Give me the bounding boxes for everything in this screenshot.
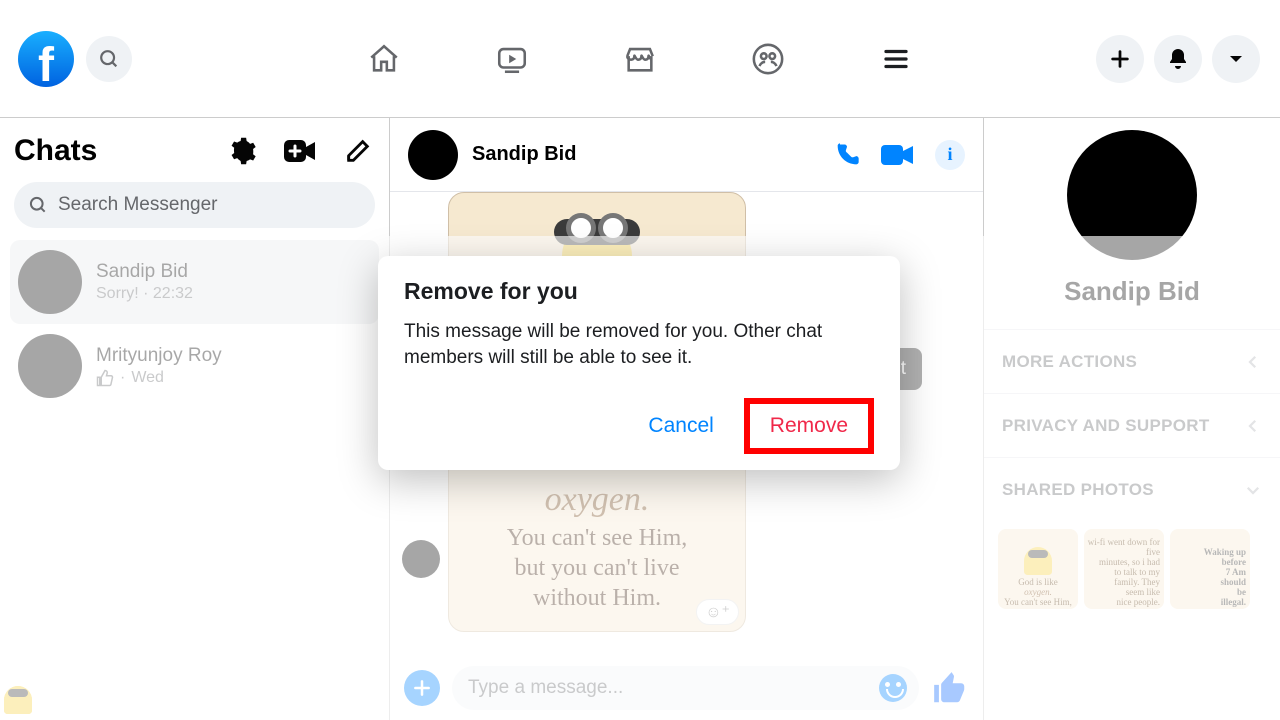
phone-icon [833,141,861,169]
settings-button[interactable] [225,134,259,168]
search-icon [98,48,120,70]
video-call-button[interactable] [881,143,915,167]
menu-icon [881,44,911,74]
facebook-logo[interactable] [18,31,74,87]
new-room-button[interactable] [283,134,317,168]
plus-icon [1109,48,1131,70]
avatar[interactable] [408,130,458,180]
global-search-button[interactable] [86,36,132,82]
marketplace-icon [623,42,657,76]
remove-button[interactable]: Remove [744,398,874,454]
chats-header: Chats [10,128,379,182]
groups-icon [751,42,785,76]
search-icon [28,195,48,215]
watch-tab[interactable] [494,41,530,77]
top-nav [0,0,1280,118]
home-tab[interactable] [366,41,402,77]
compose-icon [344,137,372,165]
search-placeholder: Search Messenger [58,194,217,216]
caret-down-icon [1227,50,1245,68]
dialog-title: Remove for you [404,278,874,305]
video-plus-icon [283,138,317,164]
nav-right [1096,35,1260,83]
voice-call-button[interactable] [833,141,861,169]
account-button[interactable] [1212,35,1260,83]
groups-tab[interactable] [750,41,786,77]
chats-title: Chats [14,134,201,168]
nav-center [0,41,1280,77]
conversation-header: Sandip Bid i [390,118,983,192]
cancel-button[interactable]: Cancel [648,414,713,438]
dialog-buttons: Cancel Remove [404,398,874,454]
watch-icon [495,42,529,76]
remove-message-dialog: Remove for you This message will be remo… [378,256,900,470]
marketplace-tab[interactable] [622,41,658,77]
bell-icon [1166,47,1190,71]
home-icon [367,42,401,76]
notifications-button[interactable] [1154,35,1202,83]
dialog-body: This message will be removed for you. Ot… [404,319,874,370]
info-icon: i [935,140,965,170]
conversation-info-button[interactable]: i [935,140,965,170]
gear-icon [227,136,257,166]
conversation-title[interactable]: Sandip Bid [472,143,813,166]
video-icon [881,143,915,167]
create-button[interactable] [1096,35,1144,83]
compose-button[interactable] [341,134,375,168]
hamburger-tab[interactable] [878,41,914,77]
search-input[interactable]: Search Messenger [14,182,375,228]
